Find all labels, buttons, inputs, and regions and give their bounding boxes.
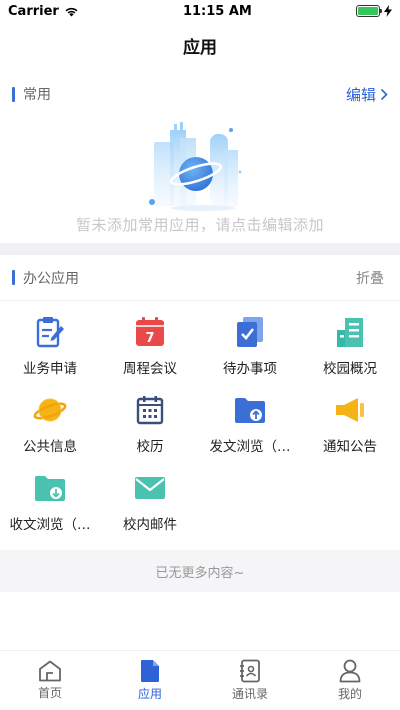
app-label: 待办事项 [223, 361, 277, 377]
app-label: 周程会议 [123, 361, 177, 377]
office-title-group: 办公应用 [12, 268, 79, 288]
page-title: 应用 [183, 37, 217, 58]
app-label: 公共信息 [23, 439, 77, 455]
app-label: 校园概况 [323, 361, 377, 377]
clipboard-edit-icon [33, 315, 67, 349]
status-time: 11:15 AM [182, 3, 252, 19]
office-header: 办公应用 折叠 [0, 255, 400, 301]
app-school-calendar[interactable]: 校历 [100, 393, 200, 471]
edit-label: 编辑 [345, 85, 376, 104]
building-icon [333, 315, 367, 349]
svg-text:7: 7 [145, 331, 154, 346]
planet-icon [33, 393, 67, 427]
todo-check-icon [233, 315, 267, 349]
no-more-content: 已无更多内容~ [0, 550, 400, 592]
bottom-tab-bar: 首页 应用 通讯录 我的 [0, 650, 400, 710]
empty-state-text: 暂未添加常用应用，请点击编辑添加 [75, 216, 324, 234]
edit-button[interactable]: 编辑 [346, 84, 388, 105]
carrier-label: Carrier [8, 3, 59, 19]
app-campus-overview[interactable]: 校园概况 [300, 315, 400, 393]
app-campus-mail[interactable]: 校内邮件 [100, 471, 200, 549]
app-business-application[interactable]: 业务申请 [0, 315, 100, 393]
wifi-icon [65, 7, 78, 16]
app-notices[interactable]: 通知公告 [300, 393, 400, 471]
tab-label: 应用 [137, 687, 162, 701]
contacts-icon [240, 659, 260, 683]
office-app-grid: 业务申请 7 周程会议 待办事项 校园概况 公共信息 校历 发文浏览（… 通知公… [0, 301, 400, 549]
app-label: 业务申请 [23, 361, 77, 377]
app-todo-items[interactable]: 待办事项 [200, 315, 300, 393]
tab-label: 首页 [37, 686, 62, 700]
app-public-info[interactable]: 公共信息 [0, 393, 100, 471]
tab-label: 通讯录 [231, 687, 268, 701]
school-calendar-icon [133, 393, 167, 427]
tab-contacts[interactable]: 通讯录 [200, 651, 300, 710]
status-right [355, 5, 392, 17]
favorites-title: 常用 [23, 87, 51, 103]
charging-icon [383, 5, 392, 17]
favorites-empty-state: 暂未添加常用应用，请点击编辑添加 [0, 120, 400, 243]
folder-upload-icon [233, 393, 267, 427]
app-incoming-docs[interactable]: 收文浏览（… [0, 471, 100, 549]
chevron-right-icon [380, 88, 388, 100]
office-title: 办公应用 [23, 270, 79, 287]
megaphone-icon [333, 393, 367, 427]
app-outgoing-docs[interactable]: 发文浏览（… [200, 393, 300, 471]
tab-apps[interactable]: 应用 [100, 651, 200, 710]
tab-home[interactable]: 首页 [0, 651, 100, 710]
app-label: 校内邮件 [123, 517, 177, 533]
collapse-button[interactable]: 折叠 [356, 268, 384, 288]
app-label: 校历 [136, 439, 164, 455]
section-marker [12, 270, 15, 285]
app-weekly-meeting[interactable]: 7 周程会议 [100, 315, 200, 393]
app-label: 收文浏览（… [9, 517, 91, 533]
section-marker [12, 86, 15, 102]
empty-city-illustration [149, 122, 242, 211]
app-label: 通知公告 [323, 439, 377, 455]
section-divider [0, 243, 400, 255]
home-icon [39, 660, 61, 682]
mail-icon [133, 471, 167, 505]
app-file-icon [141, 660, 159, 682]
profile-icon [339, 659, 361, 683]
status-bar: Carrier 11:15 AM [0, 0, 400, 22]
favorites-title-group: 常用 [12, 84, 51, 104]
nav-bar: 应用 [0, 22, 400, 68]
calendar-7-icon: 7 [133, 315, 167, 349]
tab-label: 我的 [337, 687, 362, 701]
folder-download-icon [33, 471, 67, 505]
app-label: 发文浏览（… [209, 439, 291, 455]
status-left: Carrier [8, 4, 79, 19]
favorites-header: 常用 编辑 [0, 68, 400, 120]
tab-profile[interactable]: 我的 [300, 651, 400, 710]
battery-icon [355, 5, 382, 17]
